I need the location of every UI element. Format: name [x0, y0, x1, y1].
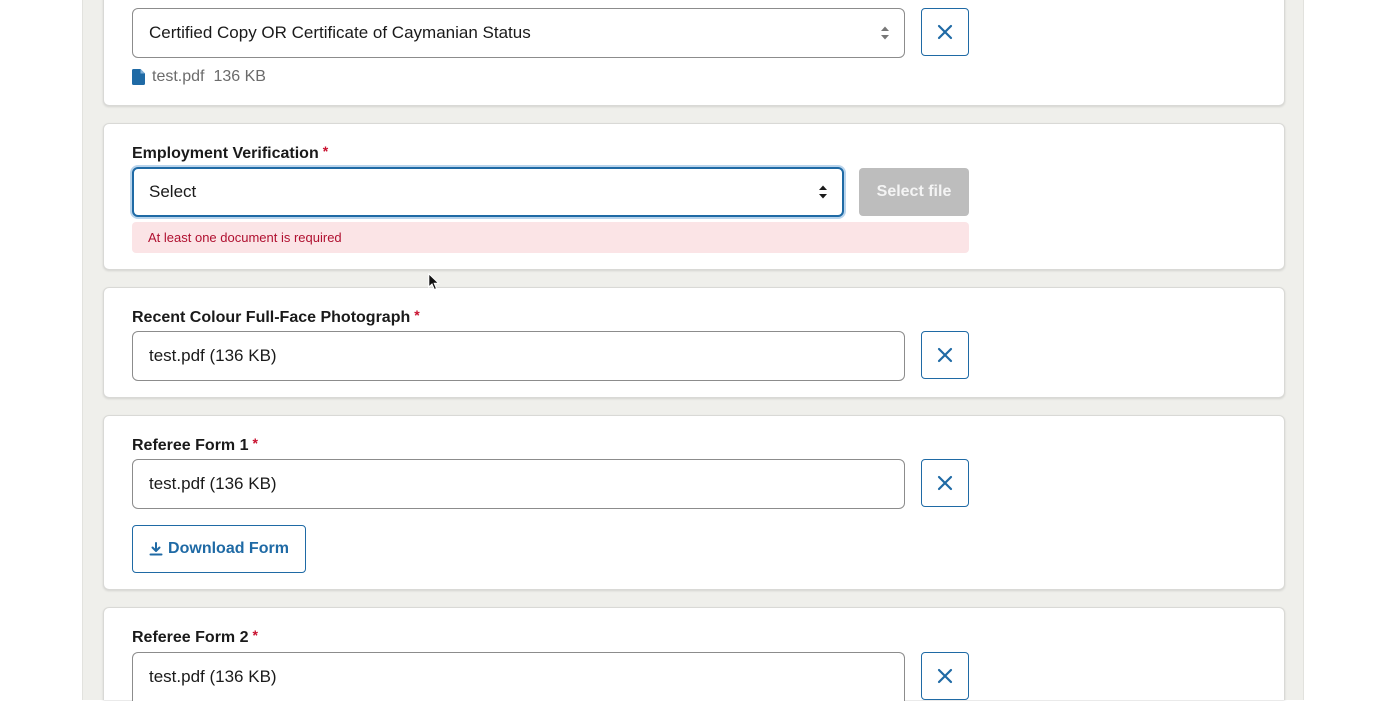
referee-form-2-label: Referee Form 2 *	[132, 627, 258, 646]
photograph-label: Recent Colour Full-Face Photograph *	[132, 307, 420, 326]
close-icon	[937, 475, 953, 491]
referee-form-1-file-value: test.pdf (136 KB)	[149, 474, 277, 493]
close-icon	[937, 668, 953, 684]
referee-form-2-file-field[interactable]: test.pdf (136 KB)	[132, 652, 905, 701]
required-marker: *	[252, 435, 258, 451]
required-marker: *	[322, 143, 329, 159]
referee-form-1-file-field[interactable]: test.pdf (136 KB)	[132, 459, 905, 509]
status-document-select-value: Certified Copy OR Certificate of Caymani…	[149, 23, 531, 42]
employment-verification-label: Employment Verification *	[132, 143, 329, 162]
required-marker: *	[252, 627, 258, 643]
remove-referee-form-1-button[interactable]	[921, 459, 969, 507]
photograph-file-value: test.pdf (136 KB)	[149, 346, 277, 365]
mouse-cursor-icon	[428, 273, 440, 291]
required-marker: *	[414, 307, 420, 323]
employment-verification-select-value: Select	[149, 182, 197, 201]
photograph-card: Recent Colour Full-Face Photograph * test…	[103, 287, 1285, 398]
page-container: Certified Copy OR Certificate of Caymani…	[82, 0, 1304, 701]
remove-referee-form-2-button[interactable]	[921, 652, 969, 700]
close-icon	[937, 24, 953, 40]
status-document-card: Certified Copy OR Certificate of Caymani…	[103, 0, 1285, 106]
referee-form-1-card: Referee Form 1 * test.pdf (136 KB) Downlo…	[103, 415, 1285, 590]
employment-verification-select[interactable]: Select	[132, 167, 844, 217]
select-arrows-icon	[819, 185, 827, 199]
attached-file-size: 136 KB	[213, 68, 266, 85]
attached-file: test.pdf 136 KB	[132, 68, 266, 86]
document-icon	[132, 69, 145, 85]
referee-form-2-card: Referee Form 2 * test.pdf (136 KB)	[103, 607, 1285, 701]
remove-photograph-button[interactable]	[921, 331, 969, 379]
employment-verification-card: Employment Verification * Select Select f…	[103, 123, 1285, 270]
select-file-button[interactable]: Select file	[859, 168, 969, 216]
close-icon	[937, 347, 953, 363]
referee-form-2-file-value: test.pdf (136 KB)	[149, 667, 277, 686]
download-form-label: Download Form	[168, 540, 289, 557]
download-form-button[interactable]: Download Form	[132, 525, 306, 573]
attached-file-name[interactable]: test.pdf	[152, 68, 204, 86]
remove-status-document-button[interactable]	[921, 8, 969, 56]
photograph-file-field[interactable]: test.pdf (136 KB)	[132, 331, 905, 381]
status-document-select[interactable]: Certified Copy OR Certificate of Caymani…	[132, 8, 905, 58]
error-message: At least one document is required	[132, 222, 969, 253]
referee-form-1-label: Referee Form 1 *	[132, 435, 258, 454]
download-icon	[149, 542, 163, 556]
select-arrows-icon	[881, 26, 889, 40]
